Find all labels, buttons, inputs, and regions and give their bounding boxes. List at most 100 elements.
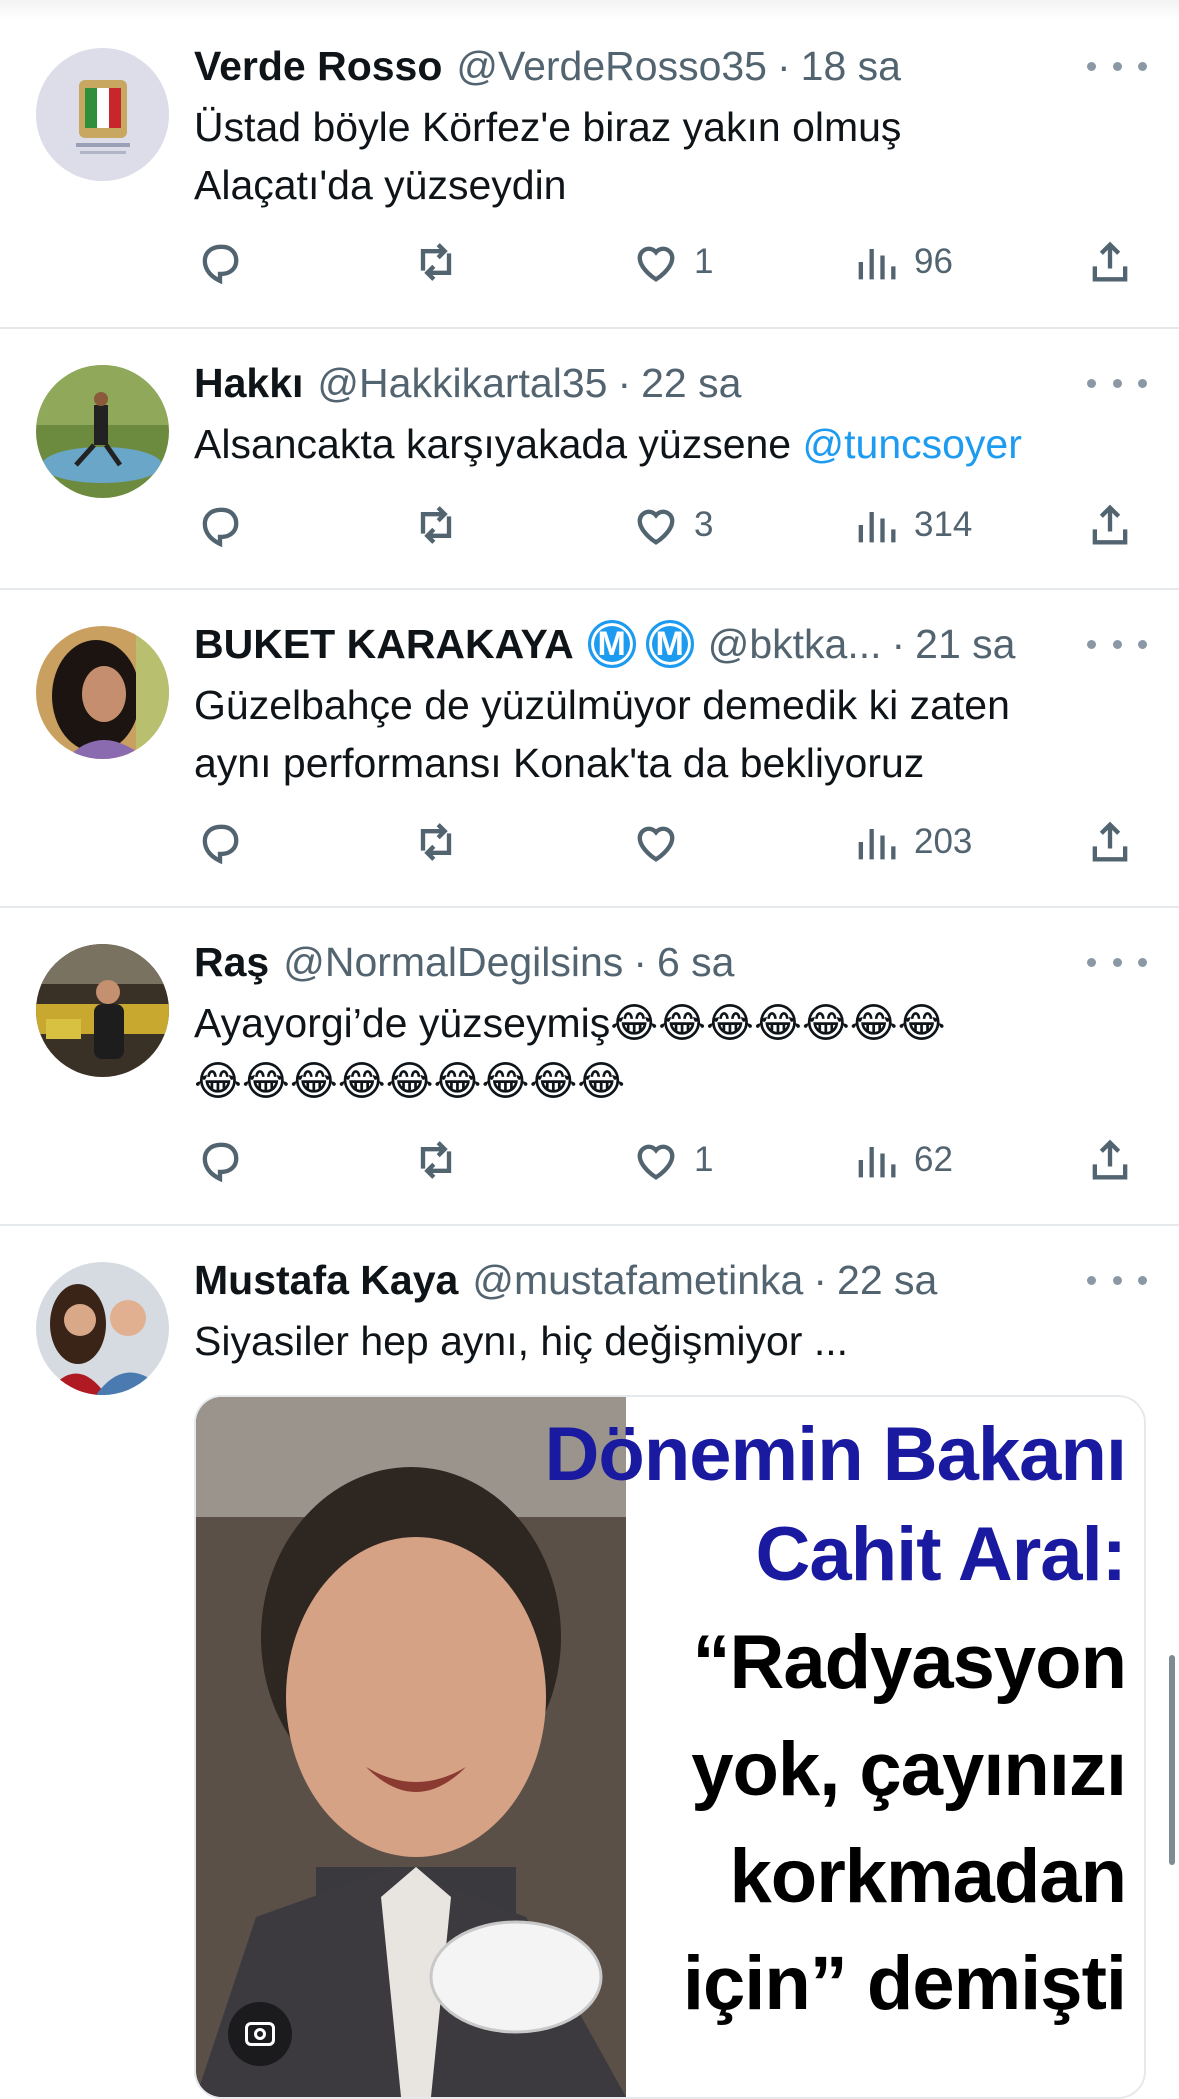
avatar-image [36,365,169,498]
avatar[interactable] [36,1262,169,1395]
alt-text-icon[interactable] [228,2002,292,2066]
views-count: 62 [914,1140,953,1179]
timestamp[interactable]: 6 sa [657,934,735,990]
tweet-text-line: Alaçatı'da yüzseydin [194,162,567,208]
views-icon [858,829,896,860]
media-line: korkmadan [729,1834,1127,1919]
tweet-text: Güzelbahçe de yüzülmüyor demedik ki zate… [194,676,1119,792]
timestamp[interactable]: 18 sa [801,38,901,94]
author-name[interactable]: Verde Rosso [194,38,442,94]
views-icon [858,512,896,543]
author-handle[interactable]: @mustafametinka [472,1252,803,1308]
avatar[interactable] [36,365,169,498]
like-button[interactable]: 3 [630,493,713,557]
tweet[interactable]: Hakkı @Hakkikartal35 · 22 sa Alsancakta … [0,329,1179,590]
views-button[interactable]: 96 [850,230,953,294]
like-button[interactable] [630,810,694,874]
views-button[interactable]: 203 [850,810,972,874]
like-icon [637,826,675,862]
share-icon [1092,1139,1128,1180]
more-icon[interactable] [1087,363,1147,403]
retweet-icon [420,823,452,861]
more-icon[interactable] [1087,624,1147,664]
media-line: Cahit Aral: [755,1512,1127,1597]
share-button[interactable] [1084,1128,1136,1192]
avatar-image [36,944,169,1077]
retweet-button[interactable] [410,810,474,874]
author-handle[interactable]: @Hakkikartal35 [317,355,607,411]
author-handle[interactable]: @VerdeRosso35 [456,38,767,94]
retweet-button[interactable] [410,1128,474,1192]
avatar-image [36,1262,169,1395]
timestamp[interactable]: 22 sa [641,355,741,411]
tweet-text-line: Siyasiler hep aynı, hiç değişmiyor ... [194,1318,848,1364]
reply-button[interactable] [194,493,258,557]
reply-button[interactable] [194,1128,258,1192]
tweet-media-image[interactable]: Dönemin Bakanı Cahit Aral: “Radyasyon yo… [194,1395,1146,2099]
timestamp[interactable]: 21 sa [915,616,1015,672]
author-name[interactable]: Hakkı [194,355,303,411]
avatar[interactable] [36,48,169,181]
image-search-icon [245,2022,275,2046]
reply-icon [202,507,239,548]
share-button[interactable] [1084,810,1136,874]
author-handle[interactable]: @bktka... [708,616,882,672]
more-icon[interactable] [1087,46,1147,86]
more-icon[interactable] [1087,1260,1147,1300]
mention-link[interactable]: @tuncsoyer [803,421,1022,467]
views-button[interactable]: 62 [850,1128,953,1192]
like-icon [637,246,675,282]
retweet-button[interactable] [410,493,474,557]
tweet-actions: 3 314 [194,493,1144,557]
reply-icon [202,244,239,285]
tweet-text-line: Güzelbahçe de yüzülmüyor demedik ki zate… [194,682,1010,728]
separator-dot: · [776,43,791,89]
separator-dot: · [891,621,906,667]
timestamp[interactable]: 22 sa [837,1252,937,1308]
share-icon [1092,821,1128,862]
like-count: 1 [694,242,714,281]
like-button[interactable]: 1 [630,230,713,294]
verified-badge-icon: M [587,620,636,668]
retweet-button[interactable] [410,230,474,294]
more-icon[interactable] [1087,942,1147,982]
views-count: 203 [914,822,973,861]
author-handle[interactable]: @NormalDegilsins [283,934,623,990]
tweet-text: Siyasiler hep aynı, hiç değişmiyor ... [194,1312,1119,1370]
views-button[interactable]: 314 [850,493,972,557]
share-button[interactable] [1084,230,1136,294]
tweet-text-line: Ayayorgi’de yüzseymiş😂😂😂😂😂😂😂 [194,1000,946,1046]
like-count: 3 [694,505,714,544]
tweet[interactable]: Raş @NormalDegilsins · 6 sa Ayayorgi’de … [0,908,1179,1226]
tweet-text: Alsancakta karşıyakada yüzsene @tuncsoye… [194,415,1119,473]
separator-dot: · [617,360,632,406]
avatar-image [36,626,169,759]
scrollbar[interactable] [1169,1655,1175,1865]
reply-icon [202,1142,239,1183]
like-button[interactable]: 1 [630,1128,713,1192]
media-line: yok, çayınızı [691,1727,1127,1812]
avatar[interactable] [36,626,169,759]
separator-dot: · [633,939,647,985]
media-line: “Radyasyon [692,1620,1127,1705]
share-icon [1092,241,1128,282]
views-count: 96 [914,242,953,281]
like-icon [637,509,675,545]
share-button[interactable] [1084,493,1136,557]
reply-button[interactable] [194,230,258,294]
reply-button[interactable] [194,810,258,874]
tweet-text-line: Üstad böyle Körfez'e biraz yakın olmuş [194,104,902,150]
verified-badge-icon: M [645,620,694,668]
tweet[interactable]: BUKET KARAKAYA M M @bktka... · 21 sa Güz… [0,590,1179,908]
avatar-image [36,48,169,181]
tweet-actions: 1 62 [194,1128,1144,1192]
reply-icon [202,824,239,865]
tweet[interactable]: Verde Rosso @VerdeRosso35 · 18 sa Üstad … [0,0,1179,329]
views-icon [858,249,896,280]
avatar[interactable] [36,944,169,1077]
author-name[interactable]: BUKET KARAKAYA [194,616,574,672]
tweet-actions: 1 96 [194,230,1144,294]
retweet-icon [420,1141,452,1179]
author-name[interactable]: Mustafa Kaya [194,1252,458,1308]
author-name[interactable]: Raş [194,934,269,990]
